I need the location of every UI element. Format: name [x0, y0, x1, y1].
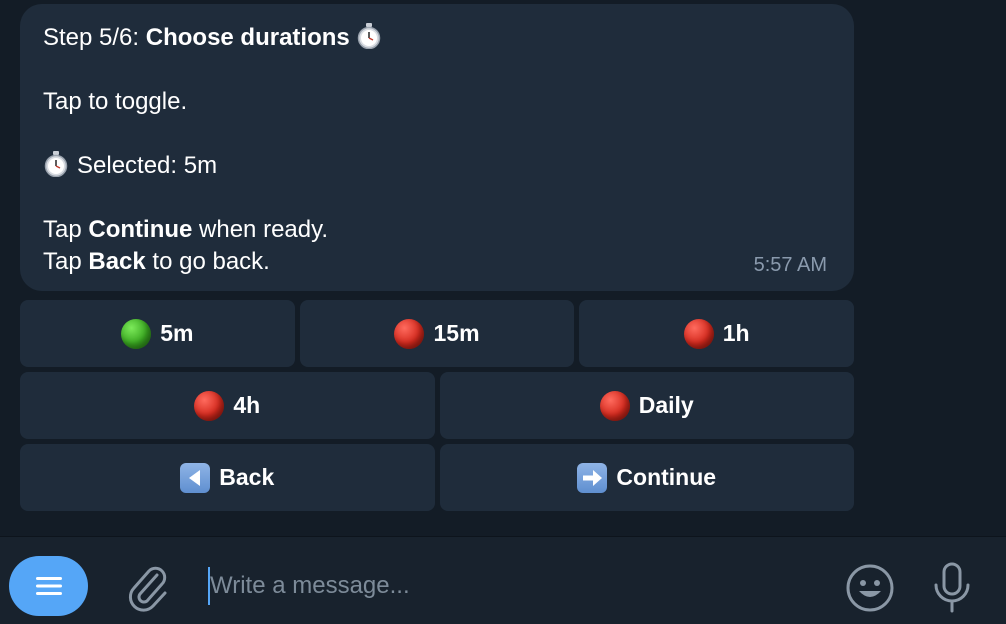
back-hint: Tap Back to go back.: [43, 246, 831, 278]
duration-5m-label: 5m: [160, 320, 194, 346]
duration-daily-label: Daily: [638, 392, 694, 418]
back-button[interactable]: Back: [20, 444, 435, 511]
message-composer: [0, 536, 1006, 624]
red-circle-icon: [683, 318, 714, 349]
step-line: Step 5/6: Choose durations: [43, 22, 831, 54]
attach-button[interactable]: [124, 561, 172, 613]
duration-15m-button[interactable]: 15m: [299, 300, 575, 367]
keyboard-row-3: Back Continue: [20, 444, 854, 511]
back-hint-pre: Tap: [43, 248, 89, 275]
back-hint-word: Back: [88, 248, 146, 275]
stopwatch-icon: [356, 23, 382, 50]
step-prefix: Step 5/6:: [43, 24, 146, 51]
microphone-icon: [934, 562, 970, 613]
duration-4h-button[interactable]: 4h: [20, 372, 435, 439]
back-arrow-icon: [180, 462, 211, 493]
back-hint-post: to go back.: [145, 248, 270, 275]
message-time: 5:57 AM: [753, 254, 827, 276]
continue-button-label: Continue: [616, 464, 717, 490]
keyboard-row-2: 4h Daily: [20, 372, 854, 439]
back-button-label: Back: [219, 464, 275, 490]
voice-message-button[interactable]: [932, 561, 972, 617]
duration-5m-button[interactable]: 5m: [20, 300, 295, 367]
red-circle-icon: [394, 318, 425, 349]
emoji-button[interactable]: [845, 563, 895, 613]
continue-hint: Tap Continue when ready.: [43, 214, 831, 246]
keyboard-row-1: 5m 15m 1h: [20, 300, 855, 367]
red-circle-icon: [194, 390, 225, 421]
step-title: Choose durations: [145, 24, 350, 51]
continue-hint-pre: Tap: [43, 216, 89, 243]
chat-area: Step 5/6: Choose durations Tap to toggle…: [0, 0, 1006, 536]
continue-hint-word: Continue: [88, 216, 193, 243]
duration-15m-label: 15m: [433, 320, 480, 346]
bot-menu-button[interactable]: [9, 556, 88, 616]
smiley-icon: [846, 564, 894, 612]
duration-1h-label: 1h: [722, 320, 750, 346]
menu-icon: [35, 577, 62, 595]
selected-line: Selected: 5m: [43, 150, 831, 182]
green-circle-icon: [121, 318, 152, 349]
instruction-text: Tap to toggle.: [43, 88, 188, 115]
stopwatch-icon: [43, 151, 69, 178]
duration-daily-button[interactable]: Daily: [439, 372, 854, 439]
duration-4h-label: 4h: [233, 392, 261, 418]
paperclip-icon: [128, 566, 167, 612]
right-arrow-icon: [577, 462, 608, 493]
duration-1h-button[interactable]: 1h: [579, 300, 855, 367]
continue-hint-post: when ready.: [192, 216, 328, 243]
continue-button[interactable]: Continue: [439, 444, 854, 511]
selected-text: Selected: 5m: [77, 152, 218, 179]
red-circle-icon: [599, 390, 630, 421]
message-input[interactable]: [208, 567, 812, 605]
bot-message: Step 5/6: Choose durations Tap to toggle…: [20, 4, 854, 291]
